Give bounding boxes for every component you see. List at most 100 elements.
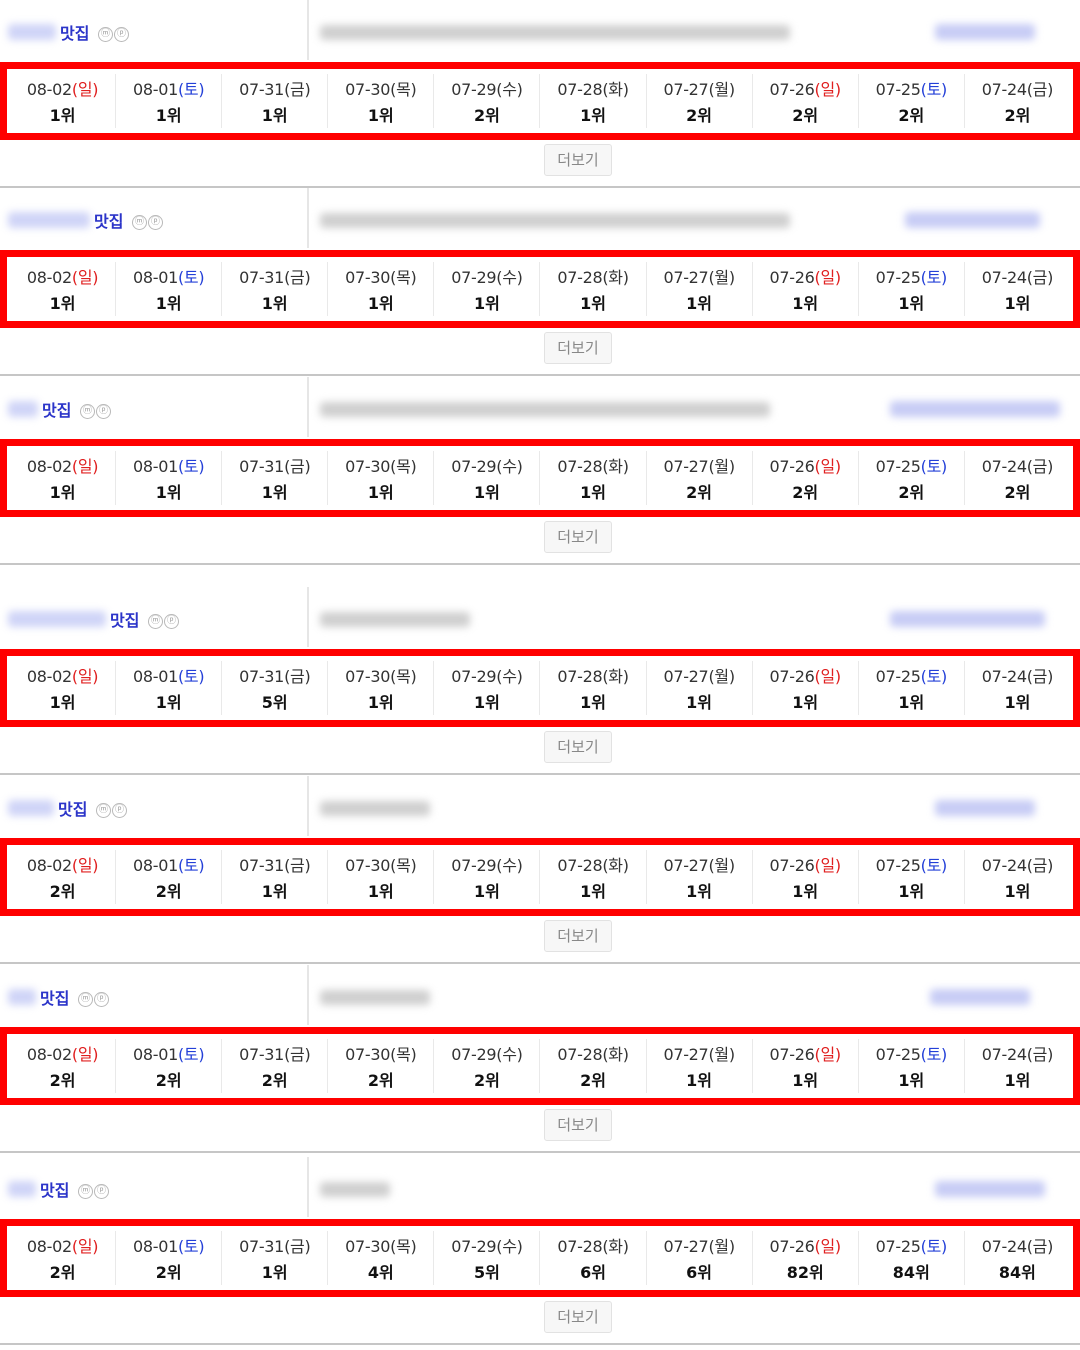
rank-value: 1위 [580,294,606,313]
weekday-day: 일 [820,1045,835,1064]
weekday-close: ) [728,457,735,476]
weekday-close: ) [304,856,311,875]
weekday-day: 일 [820,856,835,875]
weekday-day: 일 [820,457,835,476]
rank-value: 1위 [261,483,288,502]
rank-value: 2위 [473,106,500,125]
weekday-close: ) [304,268,311,287]
rank-value: 5위 [473,1263,500,1282]
keyword-link[interactable]: 맛집 [58,796,87,820]
weekday: (토) [178,667,205,686]
rank-cell: 07-25(토) 1위 [859,1039,965,1093]
rank-cell: 07-25(토) 2위 [859,451,965,505]
more-button[interactable]: 더보기 [544,521,612,553]
rank-cell: 07-29(수) 2위 [434,74,541,128]
entry-divider [0,773,1080,775]
rank-date: 07-29(수) [451,1041,523,1065]
mobile-badge-icon: ⓜ [78,1184,93,1199]
rank-value: 1위 [1004,294,1031,313]
keyword-link[interactable]: 맛집 [40,1177,69,1201]
weekday-day: 목 [396,1045,411,1064]
more-button[interactable]: 더보기 [544,920,612,952]
weekday-close: ) [198,457,205,476]
rank-date: 08-01(토) [133,852,205,876]
weekday-day: 월 [714,667,729,686]
more-button[interactable]: 더보기 [544,731,612,763]
rank-value: 1위 [49,483,76,502]
daily-rank-row: 08-02(일) 1위 08-01(토) 1위 07-31(금) 1위 07-30(목) 1위… [7,69,1073,133]
weekday: (토) [921,457,948,476]
weekday-day: 월 [714,856,729,875]
mobile-badge-icon: ⓜ [96,803,111,818]
rank-value: 1위 [367,106,394,125]
weekday-close: ) [1047,1237,1054,1256]
more-button[interactable]: 더보기 [544,1301,612,1333]
more-button[interactable]: 더보기 [544,144,612,176]
redacted-store-name [890,611,1045,627]
rank-value: 2위 [686,106,713,125]
weekday: (목) [390,856,417,875]
rank-cell: 07-30(목) 4위 [328,1231,435,1285]
rank-value: 2위 [686,483,713,502]
keyword-link[interactable]: 맛집 [110,607,139,631]
header-separator [307,0,309,60]
rank-date: 07-26(일) [770,76,842,100]
header-separator [307,1157,309,1217]
rank-value: 1위 [1004,693,1031,712]
rank-value: 1위 [792,294,819,313]
weekday-day: 토 [926,856,942,875]
date-text: 07-24 [981,268,1027,287]
rank-value: 2위 [155,1071,182,1090]
rank-date: 08-01(토) [133,76,205,100]
weekday-close: ) [198,667,205,686]
keyword-link[interactable]: 맛집 [94,208,123,232]
redacted-keyword-prefix [8,212,90,228]
weekday-close: ) [941,667,947,686]
weekday: (일) [815,457,842,476]
redacted-url [320,612,470,627]
weekday-close: ) [1047,80,1054,99]
daily-rank-highlight-box: 08-02(일) 2위 08-01(토) 2위 07-31(금) 2위 07-30(목) 2위… [0,1027,1080,1105]
date-text: 08-01 [132,667,178,686]
rank-cell: 08-02(일) 1위 [10,74,117,128]
rank-value: 4위 [367,1263,394,1282]
redacted-url [320,25,790,40]
more-button[interactable]: 더보기 [544,1109,612,1141]
rank-cell: 07-31(금) 5위 [222,661,329,715]
rank-value: 2위 [49,1263,76,1282]
keyword-entry: 맛집 ⓜ ⓟ 08-02(일) 1위 08-01(토) 1위 07-31(금) 1위 07-30(… [0,0,1080,188]
rank-cell: 07-30(목) 1위 [328,451,435,505]
weekday-day: 화 [608,268,623,287]
date-text: 08-01 [132,1237,178,1256]
keyword-link[interactable]: 맛집 [60,20,89,44]
keyword-entry: 맛집 ⓜ ⓟ 08-02(일) 1위 08-01(토) 1위 07-31(금) 1위 07-30(… [0,377,1080,565]
rank-date: 08-02(일) [27,663,99,687]
date-text: 07-27 [663,1237,709,1256]
date-text: 07-31 [239,268,285,287]
rank-date: 07-25(토) [876,264,948,288]
weekday-close: ) [941,457,947,476]
rank-value: 1위 [686,693,713,712]
rank-cell: 07-28(화) 1위 [540,850,647,904]
daily-rank-row: 08-02(일) 2위 08-01(토) 2위 07-31(금) 1위 07-30(목) 4위… [7,1226,1073,1290]
rank-value: 1위 [686,882,713,901]
weekday: (일) [72,667,99,686]
keyword-link[interactable]: 맛집 [42,397,71,421]
keyword-link[interactable]: 맛집 [40,985,69,1009]
weekday-close: ) [728,1045,735,1064]
weekday-close: ) [304,80,311,99]
weekday-close: ) [198,1045,205,1064]
rank-value: 2위 [792,483,819,502]
rank-cell: 08-01(토) 2위 [116,1039,223,1093]
more-button[interactable]: 더보기 [544,332,612,364]
weekday: (화) [602,667,629,686]
rank-cell: 07-26(일) 1위 [753,262,859,316]
rank-cell: 07-24(금) 1위 [965,1039,1070,1093]
rank-value: 1위 [686,294,713,313]
rank-value: 2위 [49,882,76,901]
weekday-day: 금 [1032,1237,1048,1256]
keyword-entry: 맛집 ⓜ ⓟ 08-02(일) 2위 08-01(토) 2위 07-31(금) 1위 07-30(… [0,776,1080,964]
weekday-close: ) [834,1237,841,1256]
keyword-cell: 맛집 ⓜ ⓟ [0,188,307,248]
rank-cell: 07-31(금) 1위 [222,74,329,128]
